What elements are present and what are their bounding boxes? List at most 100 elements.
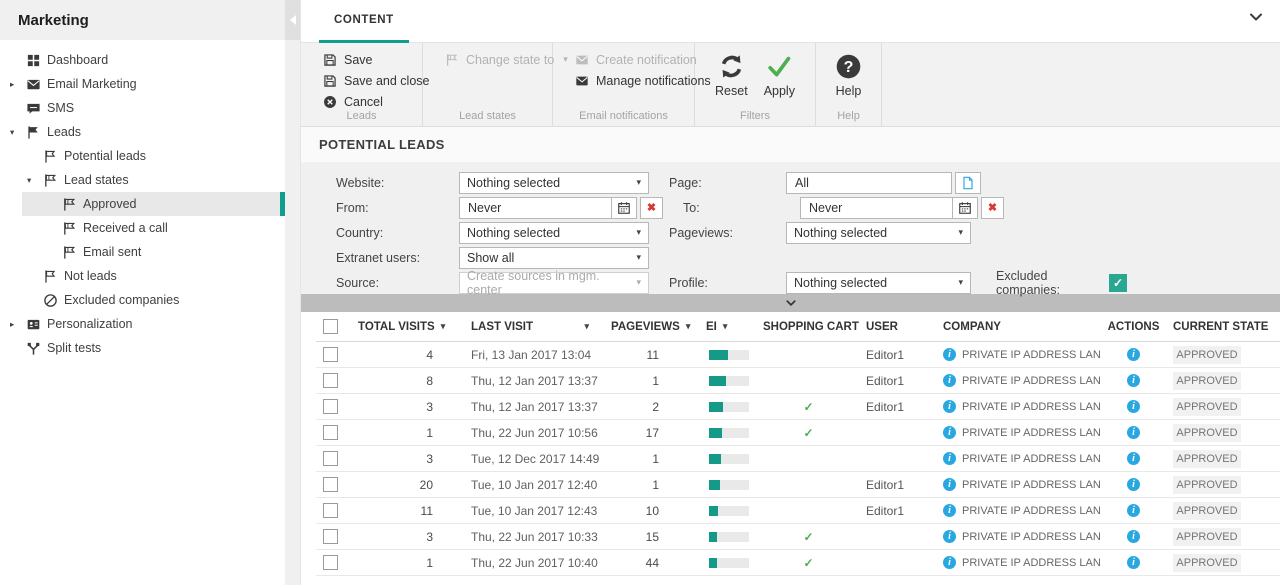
company-info-icon[interactable]: i [943, 504, 956, 517]
ribbon-group-leads: SaveSave and closeCancelLeads [301, 43, 423, 127]
sidebar-item-leads[interactable]: ▾Leads [0, 120, 285, 144]
filter-row: Source:Create sources in mgm. center▾Pro… [336, 270, 1280, 295]
expander-right-icon[interactable]: ▸ [10, 319, 25, 330]
manage-notifications-button[interactable]: Manage notifications [553, 70, 694, 91]
sidebar-item-label: Received a call [83, 221, 168, 235]
sort-caret-icon[interactable]: ▾ [584, 321, 589, 332]
source-label: Source: [336, 276, 459, 290]
row-checkbox[interactable] [323, 425, 338, 440]
cancel-button[interactable]: Cancel [301, 91, 422, 112]
cell-current-state: APPROVED [1166, 502, 1280, 520]
cell-company: i PRIVATE IP ADDRESS LAN [936, 504, 1101, 517]
sidebar-item-lead-states[interactable]: ▾Lead states [0, 168, 285, 192]
main-area: CONTENT SaveSave and closeCancelLeadsCha… [300, 0, 1280, 585]
row-checkbox[interactable] [323, 477, 338, 492]
company-info-icon[interactable]: i [943, 452, 956, 465]
reset-button[interactable]: Reset [715, 53, 748, 98]
sort-caret-icon[interactable]: ▾ [441, 321, 446, 332]
select-caret-icon: ▾ [636, 277, 641, 288]
country-select[interactable]: Nothing selected▾ [459, 222, 649, 244]
company-info-icon[interactable]: i [943, 530, 956, 543]
from-input[interactable]: Never [459, 197, 611, 219]
save-and-close-button[interactable]: Save and close [301, 70, 422, 91]
sidebar-item-potential-leads[interactable]: Potential leads [0, 144, 285, 168]
sidebar-item-excluded-companies[interactable]: Excluded companies [0, 288, 285, 312]
sidebar-item-personalization[interactable]: ▸Personalization [0, 312, 285, 336]
website-select[interactable]: Nothing selected▾ [459, 172, 649, 194]
select-page-button[interactable] [955, 172, 981, 194]
action-info-icon[interactable]: i [1127, 426, 1140, 439]
company-name: PRIVATE IP ADDRESS LAN [962, 349, 1101, 361]
action-info-icon[interactable]: i [1127, 374, 1140, 387]
action-info-icon[interactable]: i [1127, 400, 1140, 413]
company-info-icon[interactable]: i [943, 478, 956, 491]
select-all-checkbox[interactable] [323, 319, 338, 334]
row-checkbox[interactable] [323, 399, 338, 414]
profile-select[interactable]: Nothing selected▾ [786, 272, 971, 294]
to-input[interactable]: Never [800, 197, 952, 219]
sidebar-title: Marketing [0, 0, 285, 40]
help-button[interactable]: ?Help [835, 53, 862, 98]
sidebar-collapse-button[interactable] [285, 0, 300, 40]
excluded-companies-checkbox[interactable]: ✓ [1109, 274, 1127, 292]
sidebar-item-label: Email sent [83, 245, 141, 259]
row-checkbox[interactable] [323, 529, 338, 544]
expander-down-icon[interactable]: ▾ [27, 175, 42, 186]
sidebar-item-email-sent[interactable]: Email sent [0, 240, 285, 264]
expander-down-icon[interactable]: ▾ [10, 127, 25, 138]
select-caret-icon: ▾ [636, 227, 641, 238]
sidebar-item-received-a-call[interactable]: Received a call [0, 216, 285, 240]
company-info-icon[interactable]: i [943, 426, 956, 439]
row-checkbox[interactable] [323, 555, 338, 570]
row-checkbox[interactable] [323, 373, 338, 388]
sidebar-item-split-tests[interactable]: Split tests [0, 336, 285, 360]
sidebar-item-approved[interactable]: Approved [0, 192, 285, 216]
clear-date-button[interactable]: ✖ [981, 197, 1004, 219]
cell-last-visit: Thu, 22 Jun 2017 10:33 [461, 530, 601, 544]
chevron-down-icon [1248, 9, 1264, 25]
action-info-icon[interactable]: i [1127, 504, 1140, 517]
pageviews-select[interactable]: Nothing selected▾ [786, 222, 971, 244]
action-info-icon[interactable]: i [1127, 478, 1140, 491]
company-info-icon[interactable]: i [943, 374, 956, 387]
company-info-icon[interactable]: i [943, 400, 956, 413]
sidebar-item-sms[interactable]: SMS [0, 96, 285, 120]
status-badge: APPROVED [1173, 372, 1241, 390]
sidebar-item-dashboard[interactable]: Dashboard [0, 48, 285, 72]
sidebar-item-email-marketing[interactable]: ▸Email Marketing [0, 72, 285, 96]
company-name: PRIVATE IP ADDRESS LAN [962, 505, 1101, 517]
clear-date-button[interactable]: ✖ [640, 197, 663, 219]
save-button[interactable]: Save [301, 49, 422, 70]
filter-collapse-bar[interactable] [301, 294, 1280, 312]
page-input[interactable]: All [786, 172, 952, 194]
action-info-icon[interactable]: i [1127, 556, 1140, 569]
calendar-button[interactable] [611, 197, 637, 219]
action-info-icon[interactable]: i [1127, 452, 1140, 465]
cell-checkbox [316, 347, 356, 362]
sidebar-item-not-leads[interactable]: Not leads [0, 264, 285, 288]
row-checkbox[interactable] [323, 451, 338, 466]
row-checkbox[interactable] [323, 503, 338, 518]
button-label: Reset [715, 84, 748, 98]
ei-bar-fill [709, 558, 717, 568]
cell-company: iPRIVATE IP ADDRESS LAN [936, 452, 1101, 465]
extranet-users-select[interactable]: Show all▾ [459, 247, 649, 269]
cell-actions: i [1101, 478, 1166, 491]
cell-shopping-cart: ✓ [756, 400, 861, 414]
action-info-icon[interactable]: i [1127, 348, 1140, 361]
sort-caret-icon[interactable]: ▾ [686, 321, 691, 332]
flag-state-icon [61, 220, 77, 236]
row-checkbox[interactable] [323, 347, 338, 362]
calendar-button[interactable] [952, 197, 978, 219]
tab-content[interactable]: CONTENT [319, 0, 409, 43]
apply-button[interactable]: Apply [764, 53, 795, 98]
expander-right-icon[interactable]: ▸ [10, 79, 25, 90]
cell-pageviews: 1 [601, 374, 691, 388]
company-info-icon[interactable]: i [943, 556, 956, 569]
sort-caret-icon[interactable]: ▾ [723, 321, 728, 332]
flag-outline-icon [42, 268, 58, 284]
panel-collapse-button[interactable] [1248, 9, 1268, 29]
action-info-icon[interactable]: i [1127, 530, 1140, 543]
doc-new-icon [961, 176, 975, 190]
company-info-icon[interactable]: i [943, 348, 956, 361]
